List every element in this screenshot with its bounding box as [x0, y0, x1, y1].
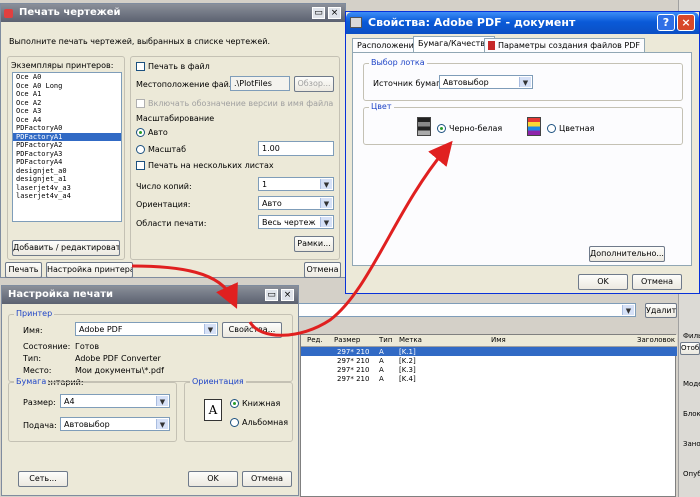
annotation-arrow-properties	[248, 140, 453, 337]
annotation-overlay	[131, 140, 453, 337]
annotation-arrow-setup	[131, 264, 238, 309]
